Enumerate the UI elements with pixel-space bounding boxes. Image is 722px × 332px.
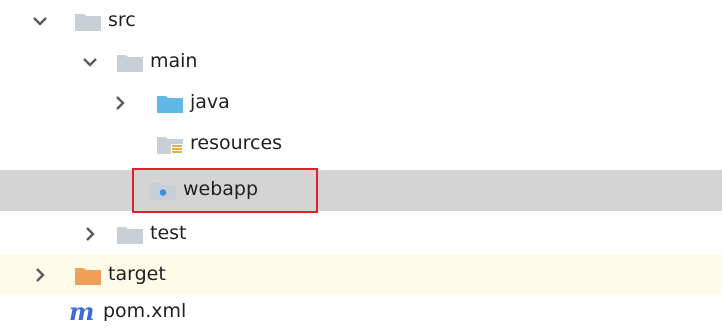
tree-item-label: main <box>150 50 198 72</box>
highlight-box <box>132 168 318 213</box>
source-folder-icon <box>157 94 183 113</box>
tree-item-java[interactable]: java <box>0 82 722 123</box>
svg-text:m: m <box>69 300 94 324</box>
maven-icon: m <box>68 300 102 324</box>
folder-icon <box>75 12 101 31</box>
tree-item-target[interactable]: target <box>0 254 722 295</box>
tree-item-label: target <box>108 263 166 285</box>
tree-item-src[interactable]: src <box>0 0 722 41</box>
tree-item-label: java <box>190 91 230 113</box>
tree-item-label: src <box>108 9 136 31</box>
chevron-down-icon[interactable] <box>30 11 50 31</box>
tree-item-label: test <box>150 222 187 244</box>
chevron-right-icon[interactable] <box>30 265 50 285</box>
excluded-folder-icon <box>75 266 101 285</box>
tree-item-pom[interactable]: m pom.xml <box>0 291 722 332</box>
tree-item-label: resources <box>190 132 283 154</box>
tree-item-webapp[interactable]: webapp <box>0 170 722 211</box>
chevron-right-icon[interactable] <box>110 93 130 113</box>
tree-item-main[interactable]: main <box>0 41 722 82</box>
chevron-down-icon[interactable] <box>80 52 100 72</box>
chevron-right-icon[interactable] <box>80 224 100 244</box>
tree-item-test[interactable]: test <box>0 213 722 254</box>
folder-icon <box>117 53 143 72</box>
folder-icon <box>117 225 143 244</box>
tree-item-resources[interactable]: resources <box>0 123 722 164</box>
tree-item-label: pom.xml <box>103 300 187 322</box>
resources-folder-icon <box>157 135 183 154</box>
